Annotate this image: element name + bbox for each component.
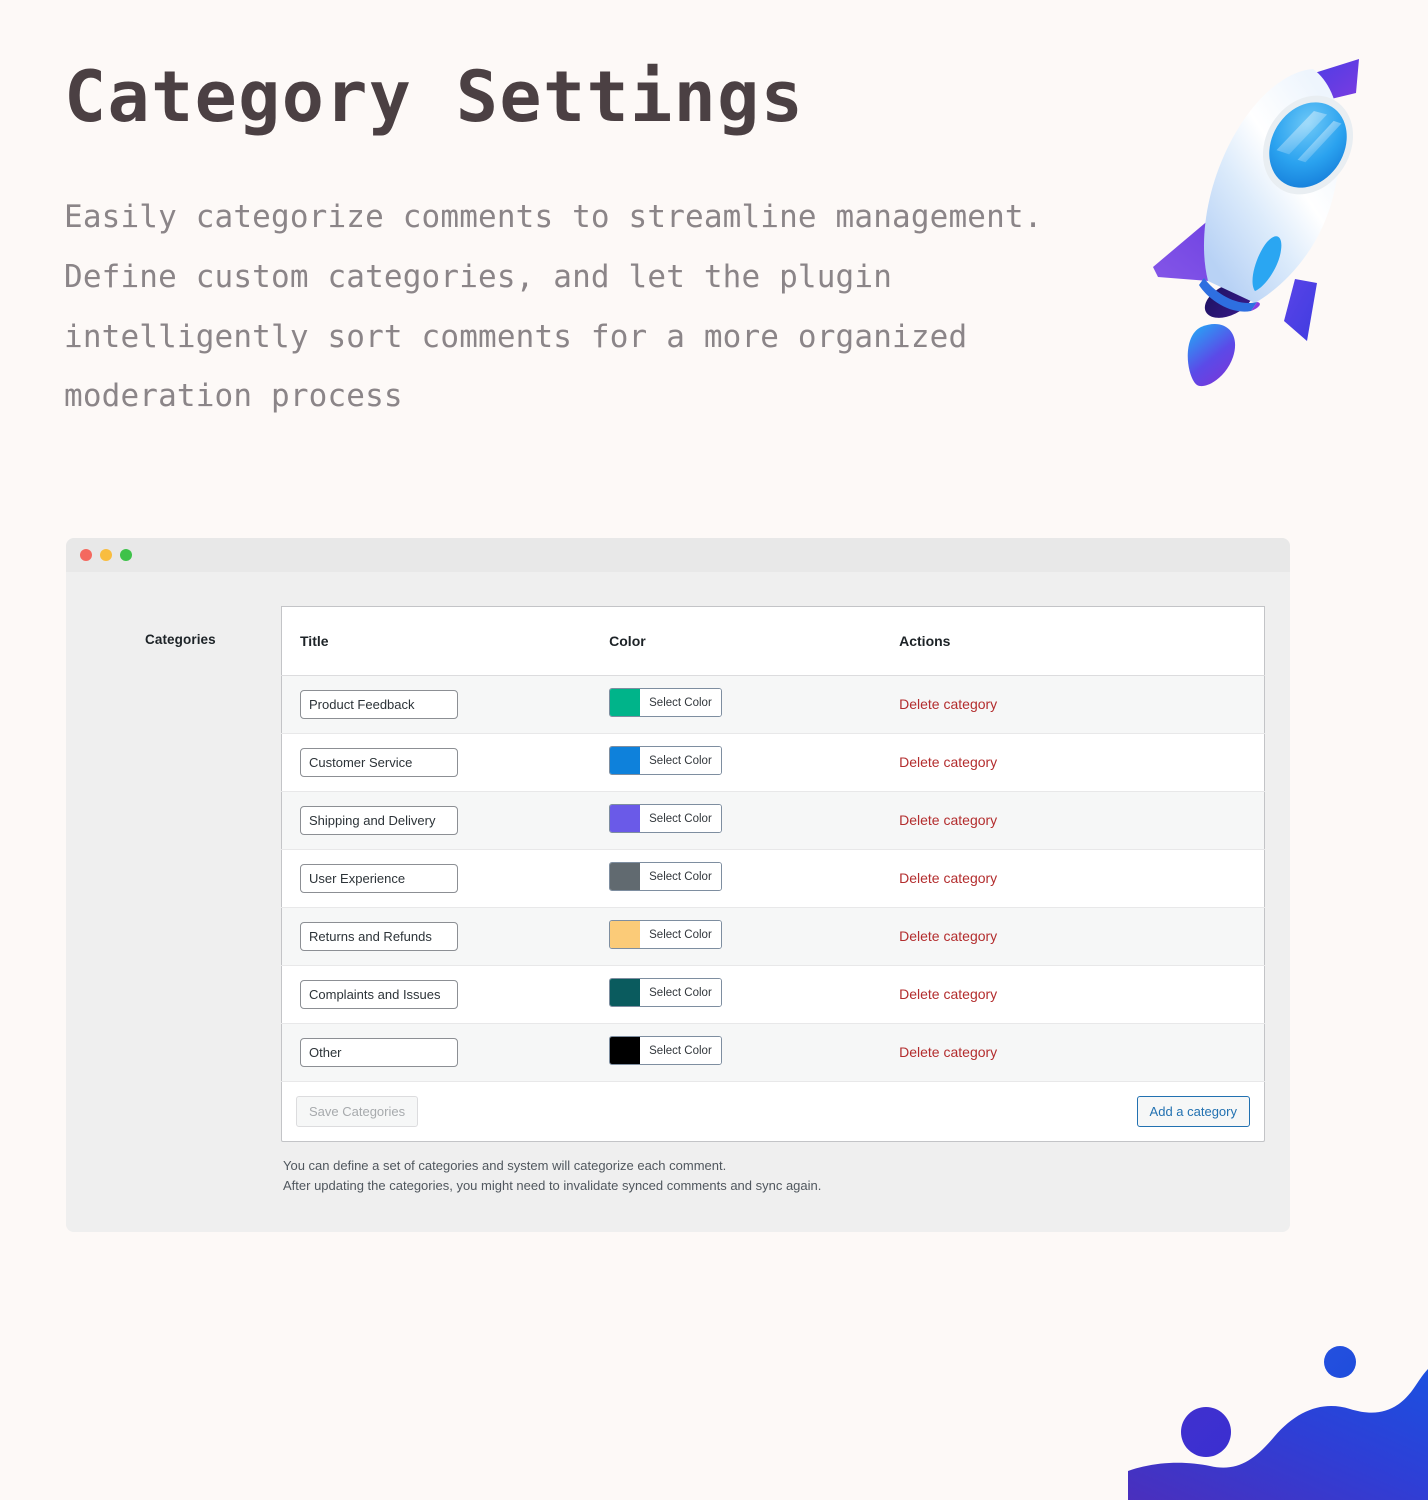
maximize-window-dot[interactable]	[120, 549, 132, 561]
select-color-button[interactable]: Select Color	[609, 688, 722, 717]
select-color-label: Select Color	[640, 747, 721, 774]
category-title-input[interactable]	[300, 1038, 458, 1067]
table-row: Select Color Delete category	[281, 907, 1265, 966]
help-text-block: You can define a set of categories and s…	[281, 1156, 1265, 1196]
cell-title	[281, 1023, 592, 1082]
table-row: Select Color Delete category	[281, 675, 1265, 734]
delete-category-link[interactable]: Delete category	[899, 1044, 997, 1060]
select-color-button[interactable]: Select Color	[609, 862, 722, 891]
cell-color: Select Color	[591, 849, 882, 908]
table-row: Select Color Delete category	[281, 733, 1265, 792]
table-row: Select Color Delete category	[281, 791, 1265, 850]
categories-section-label: Categories	[145, 632, 216, 647]
delete-category-link[interactable]: Delete category	[899, 928, 997, 944]
table-header: Title Color Actions	[281, 606, 1265, 676]
cell-actions: Delete category	[881, 1023, 1265, 1082]
categories-panel: Title Color Actions Select Color Delete c…	[281, 606, 1265, 1196]
color-swatch-chip	[610, 805, 641, 832]
select-color-label: Select Color	[640, 921, 721, 948]
cell-color: Select Color	[591, 791, 882, 850]
cell-title	[281, 675, 592, 734]
select-color-button[interactable]: Select Color	[609, 920, 722, 949]
select-color-label: Select Color	[640, 689, 721, 716]
select-color-button[interactable]: Select Color	[609, 1036, 722, 1065]
category-title-input[interactable]	[300, 922, 458, 951]
table-row: Select Color Delete category	[281, 849, 1265, 908]
cell-color: Select Color	[591, 965, 882, 1024]
select-color-label: Select Color	[640, 863, 721, 890]
delete-category-link[interactable]: Delete category	[899, 986, 997, 1002]
table-body: Select Color Delete category Select Color D…	[281, 675, 1265, 1082]
table-header-row: Title Color Actions	[281, 606, 1265, 676]
cell-actions: Delete category	[881, 733, 1265, 792]
window-titlebar	[66, 538, 1290, 572]
wave-blob-illustration	[1128, 1325, 1428, 1500]
window-content: Categories Title Color Actions Select Co…	[66, 572, 1290, 1233]
select-color-label: Select Color	[640, 979, 721, 1006]
cell-color: Select Color	[591, 1023, 882, 1082]
category-title-input[interactable]	[300, 980, 458, 1009]
cell-actions: Delete category	[881, 907, 1265, 966]
help-line-1: You can define a set of categories and s…	[283, 1158, 727, 1173]
color-swatch-chip	[610, 863, 641, 890]
category-title-input[interactable]	[300, 864, 458, 893]
color-swatch-chip	[610, 979, 641, 1006]
category-title-input[interactable]	[300, 806, 458, 835]
cell-color: Select Color	[591, 907, 882, 966]
help-line-2: After updating the categories, you might…	[283, 1178, 822, 1194]
table-row: Select Color Delete category	[281, 1023, 1265, 1082]
cell-actions: Delete category	[881, 675, 1265, 734]
cell-title	[281, 965, 592, 1024]
page-subtitle: Easily categorize comments to streamline…	[64, 199, 1043, 415]
hero-section: Category Settings Easily categorize comm…	[64, 62, 1144, 427]
minimize-window-dot[interactable]	[100, 549, 112, 561]
delete-category-link[interactable]: Delete category	[899, 696, 997, 712]
cell-title	[281, 907, 592, 966]
color-swatch-chip	[610, 747, 641, 774]
category-title-input[interactable]	[300, 690, 458, 719]
cell-title	[281, 733, 592, 792]
add-category-button[interactable]: Add a category	[1136, 1096, 1250, 1127]
browser-window-mock: Categories Title Color Actions Select Co…	[66, 538, 1290, 1233]
rocket-illustration	[1145, 45, 1375, 390]
cell-actions: Delete category	[881, 791, 1265, 850]
select-color-button[interactable]: Select Color	[609, 804, 722, 833]
column-header-color: Color	[591, 606, 882, 676]
cell-actions: Delete category	[881, 965, 1265, 1024]
color-swatch-chip	[610, 689, 641, 716]
delete-category-link[interactable]: Delete category	[899, 754, 997, 770]
cell-color: Select Color	[591, 733, 882, 792]
cell-color: Select Color	[591, 675, 882, 734]
color-swatch-chip	[610, 921, 641, 948]
categories-table: Title Color Actions Select Color Delete c…	[281, 606, 1265, 1082]
color-swatch-chip	[610, 1037, 641, 1064]
cell-title	[281, 849, 592, 908]
delete-category-link[interactable]: Delete category	[899, 812, 997, 828]
table-row: Select Color Delete category	[281, 965, 1265, 1024]
select-color-button[interactable]: Select Color	[609, 746, 722, 775]
cell-title	[281, 791, 592, 850]
save-categories-button[interactable]: Save Categories	[296, 1096, 419, 1127]
select-color-label: Select Color	[640, 1037, 721, 1064]
close-window-dot[interactable]	[80, 549, 92, 561]
cell-actions: Delete category	[881, 849, 1265, 908]
column-header-actions: Actions	[881, 606, 1265, 676]
table-footer: Save Categories Add a category	[281, 1082, 1265, 1142]
select-color-button[interactable]: Select Color	[609, 978, 722, 1007]
page-title: Category Settings	[64, 56, 805, 138]
column-header-title: Title	[281, 606, 592, 676]
select-color-label: Select Color	[640, 805, 721, 832]
category-title-input[interactable]	[300, 748, 458, 777]
delete-category-link[interactable]: Delete category	[899, 870, 997, 886]
